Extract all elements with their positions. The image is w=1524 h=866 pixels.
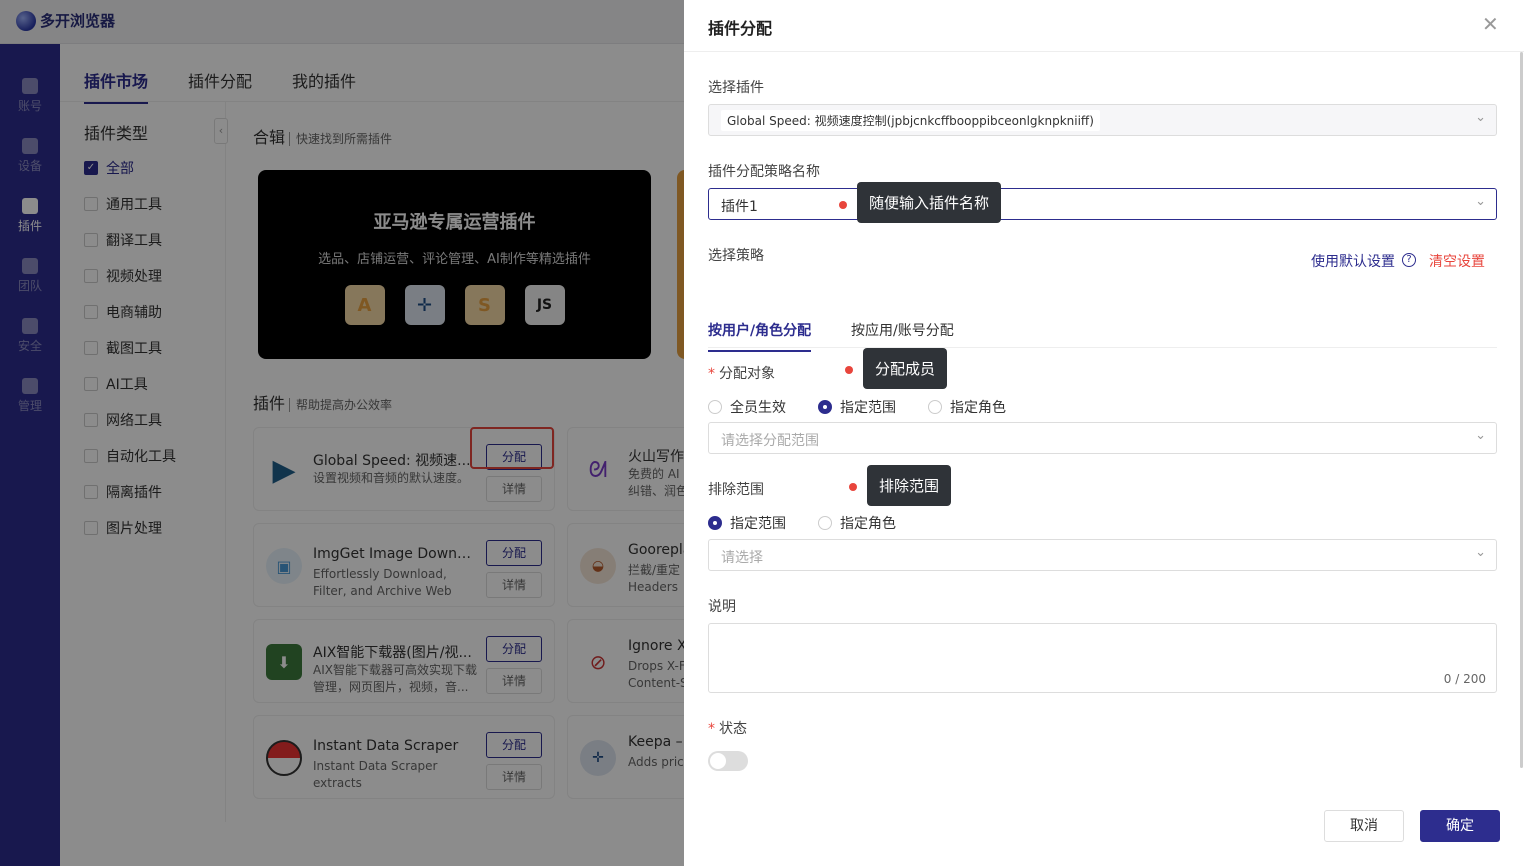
annotation-dot	[849, 483, 857, 491]
status-toggle[interactable]	[708, 751, 748, 771]
select-plugin-label: 选择插件	[708, 80, 764, 96]
use-default-link[interactable]: 使用默认设置	[1311, 251, 1395, 271]
clear-settings-link[interactable]: 清空设置	[1429, 251, 1485, 271]
description-label: 说明	[708, 599, 736, 615]
radio-exclude-role[interactable]: 指定角色	[818, 513, 896, 533]
confirm-button[interactable]: 确定	[1420, 810, 1500, 842]
description-textarea[interactable]: 0 / 200	[708, 623, 1497, 693]
strategy-name-label: 插件分配策略名称	[708, 164, 820, 180]
exclude-select[interactable]: 请选择 ⌄	[708, 539, 1497, 571]
select-plugin-field[interactable]: Global Speed: 视频速度控制(jpbjcnkcffbooppibce…	[708, 104, 1497, 136]
target-range-select[interactable]: 请选择分配范围 ⌄	[708, 422, 1497, 454]
annotation-dot	[845, 366, 853, 374]
char-counter: 0 / 200	[1443, 672, 1486, 686]
radio-range[interactable]: 指定范围	[818, 397, 896, 417]
help-icon[interactable]: ?	[1402, 253, 1416, 267]
annotation-tooltip: 分配成员	[863, 348, 948, 389]
chevron-down-icon: ⌄	[1475, 194, 1486, 209]
chevron-down-icon: ⌄	[1475, 428, 1486, 443]
modal-overlay[interactable]	[0, 0, 684, 866]
annotation-dot	[839, 201, 847, 209]
chevron-down-icon: ⌄	[1475, 110, 1486, 125]
strategy-name-input[interactable]: 插件1 ⌄	[708, 188, 1497, 220]
strategy-label: 选择策略	[708, 248, 764, 264]
status-label: * 状态	[708, 721, 747, 737]
close-icon[interactable]: ✕	[1482, 12, 1499, 36]
cancel-button[interactable]: 取消	[1324, 810, 1404, 842]
target-label: * 分配对象	[708, 366, 775, 382]
annotation-tooltip: 排除范围	[867, 465, 952, 506]
scrollbar[interactable]	[1520, 52, 1523, 768]
plugin-assign-drawer: 插件分配 ✕ 选择插件 Global Speed: 视频速度控制(jpbjcnk…	[684, 0, 1524, 866]
drawer-tab-divider	[708, 347, 1497, 348]
chevron-down-icon: ⌄	[1475, 545, 1486, 560]
annotation-tooltip: 随便输入插件名称	[857, 182, 1002, 223]
radio-role[interactable]: 指定角色	[928, 397, 1006, 417]
drawer-header: 插件分配 ✕	[684, 0, 1524, 52]
exclude-label: 排除范围	[708, 482, 764, 498]
selected-plugin-tag: Global Speed: 视频速度控制(jpbjcnkcffbooppibce…	[721, 110, 1100, 131]
drawer-title: 插件分配	[708, 19, 773, 38]
radio-all[interactable]: 全员生效	[708, 397, 786, 417]
tab-by-app-account[interactable]: 按应用/账号分配	[851, 320, 954, 350]
radio-exclude-range[interactable]: 指定范围	[708, 513, 786, 533]
